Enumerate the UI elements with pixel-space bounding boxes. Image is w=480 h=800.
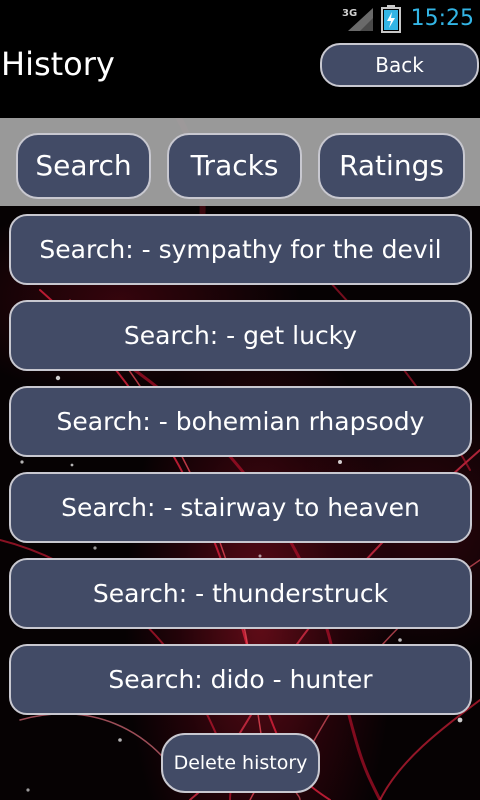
history-item[interactable]: Search: - bohemian rhapsody bbox=[9, 386, 472, 457]
history-item[interactable]: Search: - stairway to heaven bbox=[9, 472, 472, 543]
history-item[interactable]: Search: dido - hunter bbox=[9, 644, 472, 715]
history-item[interactable]: Search: - sympathy for the devil bbox=[9, 214, 472, 285]
app-screen: 3G 15:25 History Back Search Tracks Rati… bbox=[0, 0, 480, 800]
delete-history-button[interactable]: Delete history bbox=[161, 733, 320, 793]
history-list: Search: - sympathy for the devil Search:… bbox=[0, 0, 480, 800]
history-item[interactable]: Search: - get lucky bbox=[9, 300, 472, 371]
history-item[interactable]: Search: - thunderstruck bbox=[9, 558, 472, 629]
